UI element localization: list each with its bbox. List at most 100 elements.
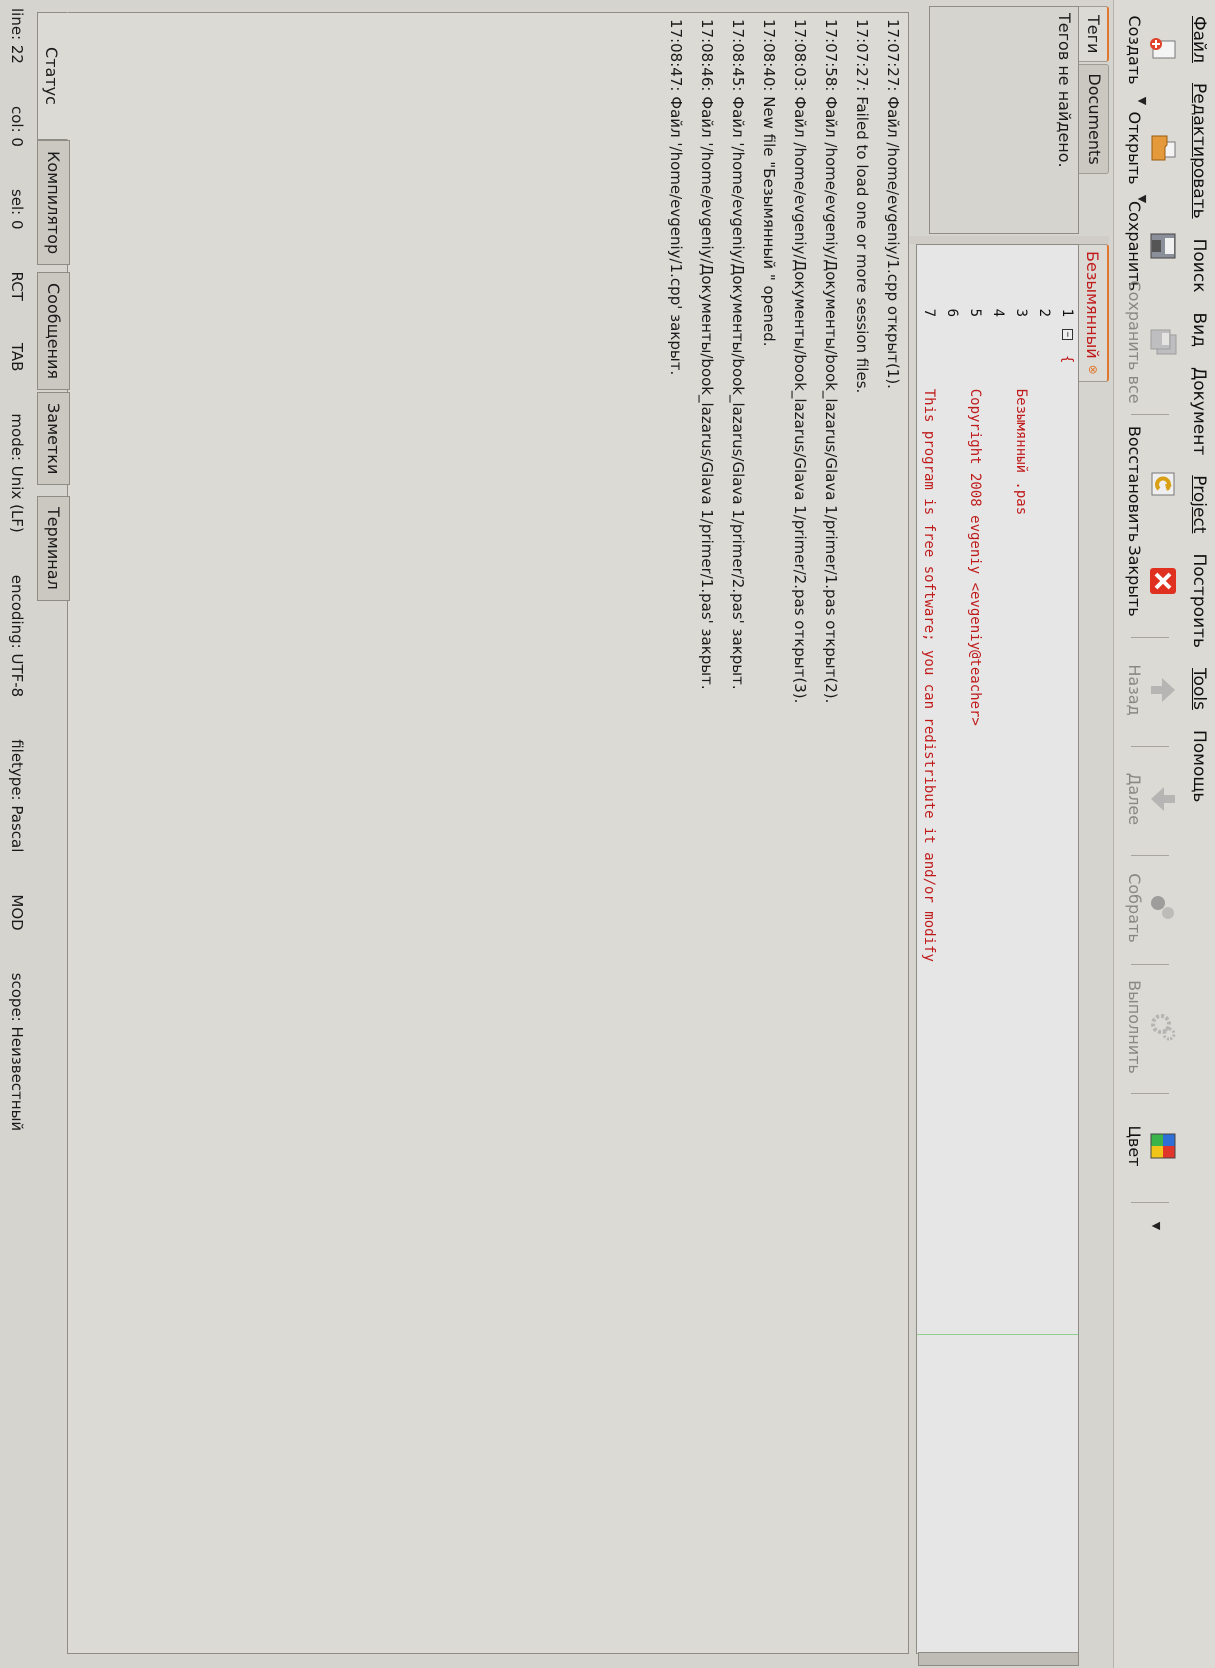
code-text: it under the terms of the GNU General Pu… [916,355,917,962]
editor-tabs: Безымянный ⊗ [1079,244,1109,1668]
code-line: 6 [940,245,963,1651]
editor-notebook: Безымянный ⊗ 1−{2 3 Безымянный .pas 4 5 Cop… [914,244,1109,1668]
status-modified: MOD [8,894,27,931]
line-number: 2 [1036,308,1052,317]
toolbar-separator [1131,964,1169,965]
code-text: Безымянный .pas [1013,355,1029,516]
save-button[interactable]: Сохранить [1125,201,1183,291]
line-number: 1 [1059,308,1075,317]
color-button[interactable]: Цвет [1125,1108,1183,1184]
menu-view[interactable]: Вид [1189,302,1209,356]
toolbar-overflow-arrow[interactable]: ▼ [1150,1217,1183,1235]
code-line: 5 Copyright 2008 evgeniy <evgeniy@teache… [963,245,986,1651]
toolbar-separator [1131,855,1169,856]
code-line: 8 it under the terms of the GNU General … [916,245,917,1651]
gears-icon [1147,1011,1179,1043]
build-label: Собрать [1125,873,1144,943]
menu-project[interactable]: Project [1189,465,1209,543]
new-file-icon [1147,34,1179,66]
geany-window: Файл Редактировать Поиск Вид Документ Pr… [0,0,1215,1668]
build-button[interactable]: Собрать [1125,870,1183,946]
log-line: 17:08:03: Файл /home/evgeniy/Документы/b… [791,19,809,704]
status-filetype: filetype: Pascal [8,739,27,853]
close-icon [1147,565,1179,597]
code-lines: 1−{2 3 Безымянный .pas 4 5 Copyright 2008 e… [916,245,1078,1651]
menu-document[interactable]: Документ [1189,357,1209,465]
save-all-label: Сохранить все [1125,280,1144,404]
menu-search[interactable]: Поиск [1189,229,1209,303]
tab-notes[interactable]: Заметки [37,392,70,486]
tags-panel: Тегов не найдено. [929,6,1079,234]
sidebar-tabs: Теги Documents [1079,6,1109,234]
status-encoding: encoding: UTF-8 [8,574,27,698]
new-dropdown-arrow[interactable]: ▼ [1136,92,1183,110]
tab-terminal[interactable]: Терминал [37,496,70,601]
log-line: 17:08:45: Файл '/home/evgeniy/Документы/… [729,19,747,690]
log-line: 17:08:46: Файл '/home/evgeniy/Документы/… [698,19,716,690]
arrow-down-icon [1147,783,1179,815]
menu-edit[interactable]: Редактировать [1189,73,1209,229]
save-label: Сохранить [1125,201,1144,291]
code-text: Copyright 2008 evgeniy <evgeniy@teacher> [967,355,983,726]
tab-document[interactable]: Безымянный ⊗ [1079,244,1109,382]
editor-vertical-scrollbar[interactable] [918,1652,1079,1666]
status-eol-mode: mode: Unix (LF) [8,413,27,533]
status-insert-mode: RCT [8,271,27,301]
menu-file[interactable]: Файл [1189,6,1209,73]
color-label: Цвет [1125,1125,1144,1167]
run-label: Выполнить [1125,980,1144,1074]
code-line: 1 − { [1055,245,1078,1651]
log-line: 17:07:27: Failed to load one or more ses… [853,19,871,394]
tab-messages[interactable]: Сообщения [37,272,70,391]
code-editor[interactable]: 1−{2 3 Безымянный .pas 4 5 Copyright 2008 e… [916,244,1079,1654]
save-icon [1147,230,1179,262]
line-number: 5 [967,308,983,317]
tab-documents[interactable]: Documents [1079,64,1109,174]
save-all-icon [1147,326,1179,358]
tab-tags[interactable]: Теги [1079,6,1109,63]
tab-compiler[interactable]: Компилятор [37,140,70,266]
revert-button[interactable]: Восстановить [1125,425,1183,543]
new-label: Создать [1125,15,1144,85]
main-toolbar: Создать ▼ Открыть ▼ Сохранить Сохранить … [1113,0,1183,1668]
close-button[interactable]: Закрыть [1125,543,1183,619]
run-button[interactable]: Выполнить [1125,979,1183,1075]
tab-close-icon[interactable]: ⊗ [1086,365,1100,375]
color-chooser-icon [1147,1130,1179,1162]
new-button[interactable]: Создать [1125,12,1183,88]
line-number: 7 [921,308,937,317]
status-indent-mode: TAB [8,342,27,372]
arrow-up-icon [1147,674,1179,706]
close-label: Закрыть [1125,545,1144,617]
tab-status[interactable]: Статус [37,12,68,140]
fold-marker-icon[interactable]: − [1062,329,1073,340]
no-tags-text: Тегов не найдено. [1055,13,1074,168]
save-all-button[interactable]: Сохранить все [1125,280,1183,404]
line-number: 3 [1013,308,1029,317]
long-line-marker [917,1334,1078,1335]
status-bar: line: 22 col: 0 sel: 0 RCT TAB mode: Uni… [0,0,35,1668]
menu-bar: Файл Редактировать Поиск Вид Документ Pr… [1183,0,1215,1668]
menu-help[interactable]: Помощь [1189,720,1209,812]
toolbar-separator [1131,637,1169,638]
sidebar-splitter[interactable] [909,236,1109,244]
status-sel: sel: 0 [8,188,27,230]
message-tabs: Статус Компилятор Сообщения Заметки Терм… [37,0,70,1668]
open-folder-icon [1147,132,1179,164]
line-number: 6 [944,308,960,317]
menu-build[interactable]: Построить [1189,543,1209,658]
forward-button[interactable]: Далее [1125,761,1183,837]
log-line: 17:07:27: Файл /home/evgeniy/1.cpp откры… [884,19,902,389]
back-button[interactable]: Назад [1125,652,1183,728]
menu-tools[interactable]: Tools [1189,658,1209,720]
log-line: 17:08:40: New file "Безымянный " opened. [760,19,778,347]
code-line: 2 [1032,245,1055,1651]
open-button[interactable]: Открыть [1125,110,1183,186]
toolbar-separator [1131,414,1169,415]
line-number: 8 [916,245,917,317]
code-line: 3 Безымянный .pas [1009,245,1032,1651]
revert-label: Восстановить [1125,425,1144,543]
toolbar-separator [1131,746,1169,747]
code-text: This program is free software; you can r… [921,355,937,962]
status-log[interactable]: 17:07:27: Файл /home/evgeniy/1.cpp откры… [67,12,909,1654]
